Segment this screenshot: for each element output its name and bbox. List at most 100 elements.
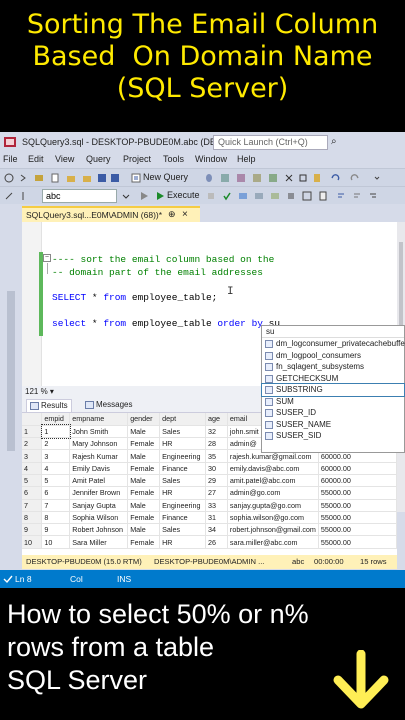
intellisense-popup: su dm_logconsumer_privatecachebuffers dm… bbox=[261, 325, 405, 453]
status-insert-mode: INS bbox=[117, 574, 132, 584]
redo-icon[interactable] bbox=[350, 173, 360, 183]
connect-icon[interactable] bbox=[4, 191, 14, 201]
quick-launch-input[interactable]: Quick Launch (Ctrl+Q) bbox=[213, 135, 328, 150]
menu-help[interactable]: Help bbox=[237, 154, 256, 164]
tab-messages[interactable]: Messages bbox=[82, 399, 135, 412]
ssms-logo-icon bbox=[4, 137, 16, 147]
function-icon bbox=[265, 374, 273, 383]
paste-icon[interactable] bbox=[312, 173, 322, 183]
standard-toolbar: New Query bbox=[0, 168, 405, 186]
copy-icon[interactable] bbox=[298, 173, 308, 183]
function-icon bbox=[265, 386, 273, 394]
open-folder-icon[interactable] bbox=[66, 173, 76, 183]
function-icon bbox=[265, 397, 273, 406]
save-icon[interactable] bbox=[97, 173, 107, 183]
indent-icon[interactable] bbox=[368, 191, 378, 201]
menu-query[interactable]: Query bbox=[86, 154, 111, 164]
table-row[interactable]: 10 10 Sara Miller Female HR 26 sara.miller@abc… bbox=[22, 535, 397, 549]
table-row[interactable]: 6 6 Jennifer Brown Female HR 27 admin@go.com 55… bbox=[22, 486, 397, 500]
table-row[interactable]: 9 9 Robert Johnson Male Sales 34 robert.johnso… bbox=[22, 523, 397, 537]
execute-button[interactable]: Execute bbox=[167, 190, 200, 200]
menu-project[interactable]: Project bbox=[123, 154, 151, 164]
pin-icon[interactable]: ⊕ bbox=[168, 209, 176, 220]
new-query-button[interactable]: New Query bbox=[143, 172, 188, 182]
intellisense-item[interactable]: SUSER_SID bbox=[262, 430, 404, 442]
xmla-icon[interactable] bbox=[252, 173, 262, 183]
solution-icon[interactable] bbox=[34, 173, 44, 183]
tab-results[interactable]: Results bbox=[26, 399, 72, 412]
tab-label: SQLQuery3.sql...E0M\ADMIN (68))* bbox=[26, 210, 163, 220]
intellisense-item[interactable]: dm_logpool_consumers bbox=[262, 350, 404, 362]
mdx-icon[interactable] bbox=[220, 173, 230, 183]
search-icon[interactable]: ⌕ bbox=[331, 136, 337, 147]
comment-icon[interactable] bbox=[336, 191, 346, 201]
grid-corner[interactable] bbox=[22, 413, 43, 426]
change-connection-icon[interactable] bbox=[18, 191, 28, 201]
menu-edit[interactable]: Edit bbox=[28, 154, 44, 164]
intellisense-item-selected[interactable]: SUBSTRING bbox=[261, 383, 405, 397]
grid-icon bbox=[30, 402, 39, 410]
app-status-bar: Ln 8 Col INS bbox=[0, 570, 405, 588]
intellisense-item[interactable]: SUSER_ID bbox=[262, 407, 404, 419]
chevron-down-icon[interactable] bbox=[121, 191, 131, 201]
col-header-empname[interactable]: empname bbox=[69, 413, 129, 426]
collapse-icon[interactable]: − bbox=[43, 254, 51, 262]
menu-tools[interactable]: Tools bbox=[163, 154, 184, 164]
table-row[interactable]: 5 5 Amit Patel Male Sales 29 amit.patel@abc.co… bbox=[22, 474, 397, 488]
table-row[interactable]: 8 8 Sophia Wilson Female Finance 31 sophia.wil… bbox=[22, 511, 397, 525]
new-file-icon[interactable] bbox=[50, 173, 60, 183]
object-explorer-collapsed[interactable] bbox=[7, 291, 15, 451]
intellisense-icon[interactable] bbox=[270, 191, 280, 201]
arrow-down-icon bbox=[333, 650, 389, 709]
col-header-empid[interactable]: empid bbox=[41, 413, 71, 426]
overflow-icon[interactable] bbox=[372, 173, 382, 183]
status-database: abc bbox=[292, 557, 305, 566]
estimated-plan-icon[interactable] bbox=[238, 191, 248, 201]
window-title: SQLQuery3.sql - DESKTOP-PBUDE0M.abc (DE.… bbox=[22, 137, 224, 147]
query-designer-icon[interactable] bbox=[254, 191, 264, 201]
results-to-text-icon[interactable] bbox=[286, 191, 296, 201]
intellisense-item[interactable]: fn_sqlagent_subsystems bbox=[262, 361, 404, 373]
table-row[interactable]: 7 7 Sanjay Gupta Male Engineering 33 sanjay.gu… bbox=[22, 499, 397, 512]
dmx-icon[interactable] bbox=[236, 173, 246, 183]
menu-file[interactable]: File bbox=[3, 154, 18, 164]
intellisense-item[interactable]: SUSER_NAME bbox=[262, 419, 404, 431]
forward-icon[interactable] bbox=[18, 173, 28, 183]
parse-check-icon[interactable] bbox=[222, 191, 232, 201]
menu-window[interactable]: Window bbox=[195, 154, 227, 164]
results-to-grid-icon[interactable] bbox=[302, 191, 312, 201]
top-banner: Sorting The Email Column Based On Domain… bbox=[0, 0, 405, 130]
cut-icon[interactable] bbox=[284, 173, 294, 183]
dax-icon[interactable] bbox=[268, 173, 278, 183]
col-header-gender[interactable]: gender bbox=[127, 413, 161, 426]
col-header-age[interactable]: age bbox=[205, 413, 228, 426]
code-table-2: employee_table bbox=[126, 318, 218, 329]
back-icon[interactable] bbox=[4, 173, 14, 183]
open-icon[interactable] bbox=[82, 173, 92, 183]
status-login: DESKTOP-PBUDE0M\ADMIN ... bbox=[154, 557, 265, 566]
ssms-window: SQLQuery3.sql - DESKTOP-PBUDE0M.abc (DE.… bbox=[0, 132, 405, 588]
results-to-file-icon[interactable] bbox=[318, 191, 328, 201]
database-select[interactable]: abc bbox=[42, 189, 117, 203]
col-header-dept[interactable]: dept bbox=[159, 413, 207, 426]
intellisense-item[interactable]: dm_logconsumer_privatecachebuffers bbox=[262, 338, 405, 350]
table-row[interactable]: 4 4 Emily Davis Female Finance 30 emily.davis@… bbox=[22, 462, 397, 475]
uncomment-icon[interactable] bbox=[352, 191, 362, 201]
db-query-icon[interactable] bbox=[204, 173, 214, 183]
code-line-select: SELECT * from employee_table; bbox=[52, 292, 217, 303]
intellisense-item[interactable]: GETCHECKSUM bbox=[262, 373, 404, 385]
debug-icon[interactable] bbox=[139, 191, 149, 201]
menu-view[interactable]: View bbox=[55, 154, 74, 164]
intellisense-filter: su bbox=[262, 326, 404, 338]
document-tab-row: SQLQuery3.sql...E0M\ADMIN (68))* ⊕ × bbox=[22, 206, 405, 222]
stop-icon[interactable] bbox=[206, 191, 216, 201]
intellisense-item[interactable]: SUM bbox=[262, 396, 404, 408]
save-all-icon[interactable] bbox=[110, 173, 120, 183]
tab-sqlquery3[interactable]: SQLQuery3.sql...E0M\ADMIN (68))* ⊕ × bbox=[22, 206, 200, 222]
messages-icon bbox=[85, 401, 94, 409]
undo-icon[interactable] bbox=[330, 173, 340, 183]
close-icon[interactable]: × bbox=[182, 209, 188, 220]
change-marker bbox=[39, 252, 43, 336]
query-status-strip: DESKTOP-PBUDE0M (15.0 RTM) DESKTOP-PBUDE… bbox=[22, 555, 397, 569]
code-line-order-by: select * from employee_table order by su bbox=[52, 318, 280, 329]
